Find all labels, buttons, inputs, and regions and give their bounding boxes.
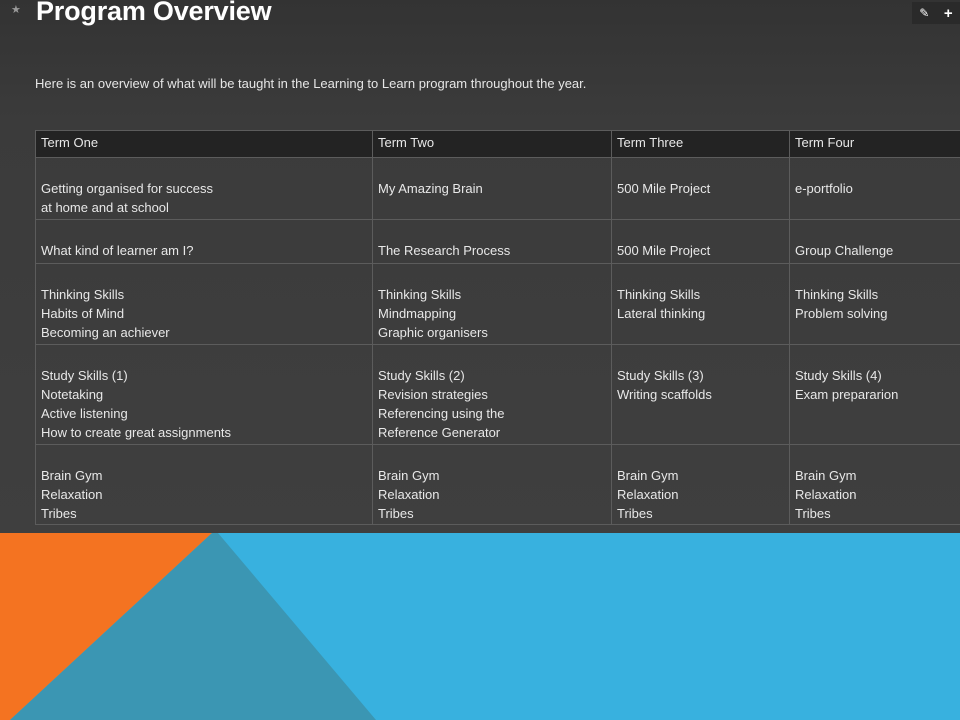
table-cell: Brain Gym Relaxation Tribes [611,444,790,525]
table-cell: The Research Process [372,219,612,264]
cell-line: Problem solving [795,306,888,321]
pencil-icon[interactable]: ✎ [919,7,929,19]
cell-line: Revision strategies [378,387,488,402]
cell-line: Study Skills (1) [41,368,128,383]
table-cell: e-portfolio [789,157,960,220]
table-row: Thinking Skills Habits of Mind Becoming an… [35,263,960,345]
cell-line: Habits of Mind [41,306,125,321]
column-header: Term Four [789,130,960,158]
column-header: Term One [35,130,373,158]
cell-line: e-portfolio [795,181,853,196]
cell-line: Study Skills (2) [378,368,465,383]
cell-line: Thinking Skills [378,287,462,302]
table-cell: What kind of learner am I? [35,219,373,264]
cell-line: Active listening [41,406,128,421]
table-cell: My Amazing Brain [372,157,612,220]
table-cell: Brain Gym Relaxation Tribes [35,444,373,525]
cell-line: Reference Generator [378,425,501,440]
cell-line: Relaxation [378,487,440,502]
table-cell: Brain Gym Relaxation Tribes [789,444,960,525]
page-content: ★ Program Overview ✎ + Here is an overvi… [0,0,960,533]
cell-line: Thinking Skills [795,287,879,302]
cell-line: Relaxation [41,487,103,502]
cell-line: Brain Gym [41,468,103,483]
table-cell: Thinking Skills Mindmapping Graphic organi… [372,263,612,345]
table-cell: Study Skills (1) Notetaking Active listeni… [35,344,373,445]
intro-text: Here is an overview of what will be taug… [35,76,587,91]
plus-icon[interactable]: + [944,6,953,21]
cell-line: Brain Gym [617,468,679,483]
table-cell: Study Skills (4) Exam prepararion [789,344,960,445]
cell-line: at home and at school [41,200,169,215]
table-cell: 500 Mile Project [611,219,790,264]
cell-line: Group Challenge [795,243,894,258]
cell-line: What kind of learner am I? [41,243,194,258]
cell-line: Becoming an achiever [41,325,170,340]
table-cell: Study Skills (3) Writing scaffolds [611,344,790,445]
table-cell: Study Skills (2) Revision strategies Refer… [372,344,612,445]
cell-line: My Amazing Brain [378,181,483,196]
cell-line: Tribes [617,506,653,521]
cell-line: Study Skills (4) [795,368,882,383]
edit-toolbar: ✎ + [912,2,960,24]
table-cell: Thinking Skills Habits of Mind Becoming an… [35,263,373,345]
column-header: Term Three [611,130,790,158]
table-cell: 500 Mile Project [611,157,790,220]
program-overview-table: Term One Term Two Term Three Term Four G… [35,130,960,525]
cell-line: Tribes [378,506,414,521]
cell-line: Tribes [795,506,831,521]
cell-line: Exam prepararion [795,387,899,402]
table-row: Brain Gym Relaxation Tribes Brain Gym Relaxa… [35,444,960,525]
page-title: Program Overview [36,0,272,26]
table-cell: Thinking Skills Problem solving [789,263,960,345]
cell-line: Relaxation [617,487,679,502]
cell-line: Lateral thinking [617,306,706,321]
cell-line: Thinking Skills [617,287,701,302]
cell-line: Graphic organisers [378,325,488,340]
cell-line: How to create great assignments [41,425,232,440]
cell-line: Mindmapping [378,306,457,321]
cell-line: Brain Gym [378,468,440,483]
star-icon: ★ [11,4,21,16]
cell-line: Getting organised for success [41,181,213,196]
cell-line: Referencing using the [378,406,505,421]
table-cell: Brain Gym Relaxation Tribes [372,444,612,525]
cell-line: Writing scaffolds [617,387,712,402]
table-cell: Getting organised for success at home and… [35,157,373,220]
cell-line: Notetaking [41,387,104,402]
table-row: Study Skills (1) Notetaking Active listeni… [35,344,960,445]
cell-line: 500 Mile Project [617,181,711,196]
cell-line: Tribes [41,506,77,521]
cell-line: Relaxation [795,487,857,502]
cell-line: Study Skills (3) [617,368,704,383]
cell-line: The Research Process [378,243,511,258]
table-header-row: Term One Term Two Term Three Term Four [35,130,960,158]
table-cell: Group Challenge [789,219,960,264]
table-cell: Thinking Skills Lateral thinking [611,263,790,345]
cell-line: Thinking Skills [41,287,125,302]
cell-line: 500 Mile Project [617,243,711,258]
cell-line: Brain Gym [795,468,857,483]
column-header: Term Two [372,130,612,158]
table-row: Getting organised for success at home and… [35,157,960,220]
decorative-background [0,533,960,720]
table-row: What kind of learner am I? The Research P… [35,219,960,264]
